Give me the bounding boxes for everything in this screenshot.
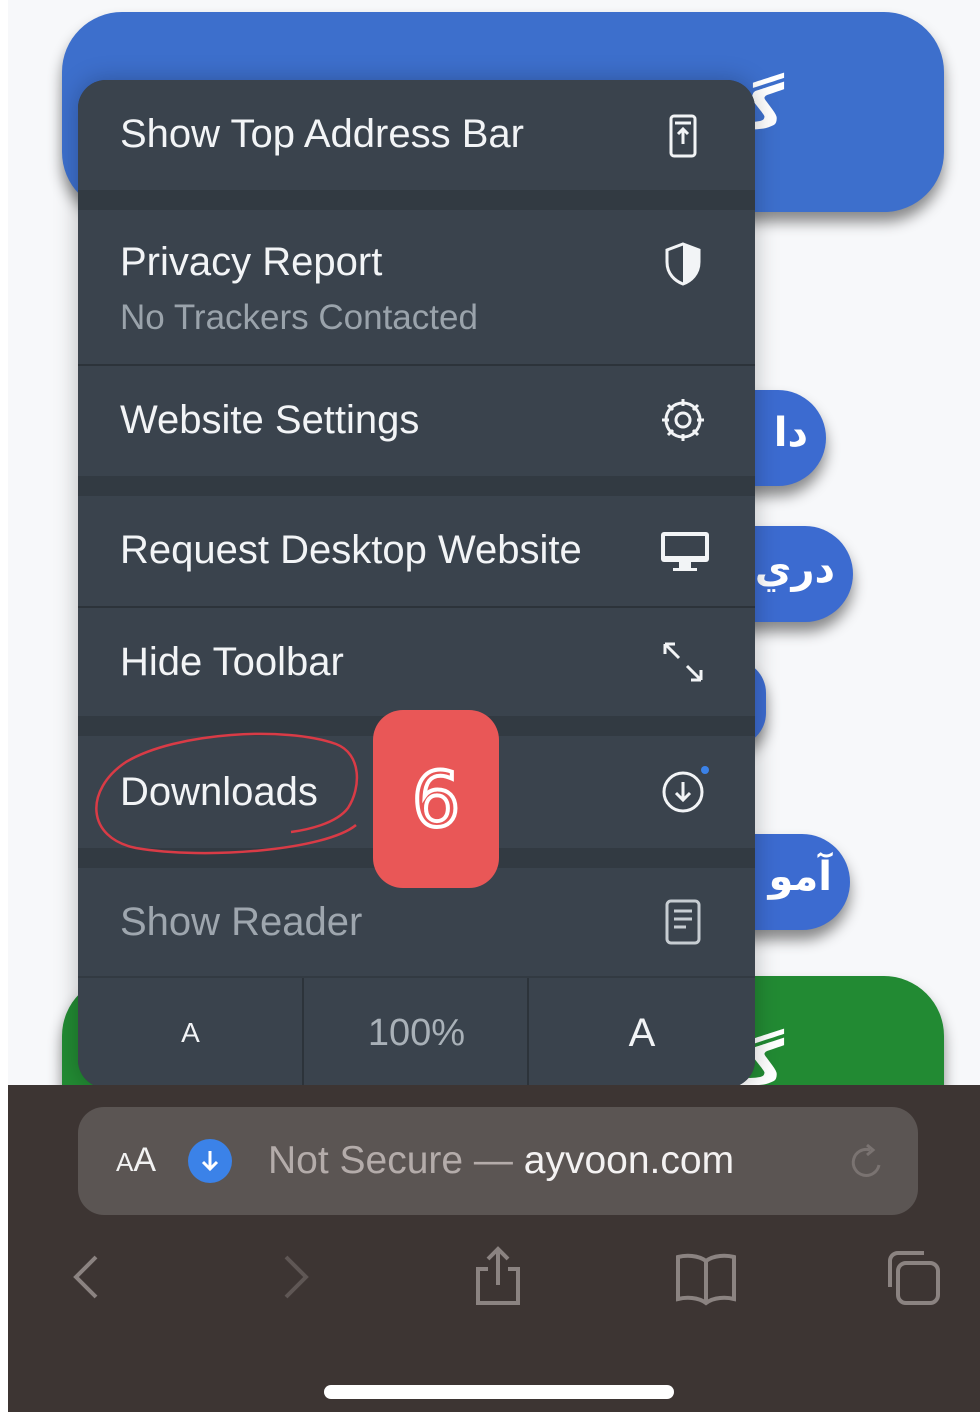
annotation-circle <box>95 732 359 855</box>
expand-arrows-icon <box>657 636 709 688</box>
zoom-increase-button[interactable]: A <box>529 978 755 1088</box>
share-icon[interactable] <box>466 1245 530 1309</box>
menu-item-privacy-report[interactable]: Privacy Report No Trackers Contacted <box>78 210 755 365</box>
zoom-increase-label: A <box>628 1010 656 1055</box>
menu-item-label: Privacy Report <box>120 240 383 284</box>
zoom-controls: A 100% A <box>78 978 755 1088</box>
site-side-button-4-text: آمو <box>768 854 832 900</box>
zoom-decrease-button[interactable]: A <box>78 978 303 1088</box>
menu-item-request-desktop-website[interactable]: Request Desktop Website <box>78 496 755 606</box>
monitor-icon <box>659 524 711 576</box>
zoom-decrease-label: A <box>181 1017 200 1048</box>
menu-item-website-settings[interactable]: Website Settings <box>78 366 755 476</box>
chevron-right-icon[interactable] <box>262 1245 326 1309</box>
step-badge: 6 <box>373 710 499 888</box>
menu-item-sublabel: No Trackers Contacted <box>120 298 478 337</box>
page: گ دا دري آمو گ Show Top Address Bar Priv… <box>0 0 980 1412</box>
left-edge <box>0 0 8 1412</box>
shield-icon <box>657 238 709 290</box>
menu-item-label: Request Desktop Website <box>120 528 582 572</box>
download-progress-icon[interactable] <box>188 1139 232 1183</box>
download-circle-icon <box>657 766 709 818</box>
menu-item-label: Show Top Address Bar <box>120 112 524 156</box>
menu-item-label: Show Reader <box>120 900 363 944</box>
chevron-left-icon[interactable] <box>56 1245 120 1309</box>
document-icon <box>657 896 709 948</box>
menu-item-label: Hide Toolbar <box>120 640 344 684</box>
menu-item-label: Website Settings <box>120 398 420 442</box>
zoom-level-label: 100% <box>367 1011 466 1054</box>
site-side-button-1-text: دا <box>773 410 808 456</box>
menu-item-show-top-address-bar[interactable]: Show Top Address Bar <box>78 80 755 190</box>
tabs-icon[interactable] <box>882 1245 946 1309</box>
book-icon[interactable] <box>674 1245 738 1309</box>
reload-icon[interactable] <box>846 1141 888 1183</box>
page-format-button[interactable]: AA <box>116 1141 156 1180</box>
menu-item-hide-toolbar[interactable]: Hide Toolbar <box>78 608 755 716</box>
gear-icon <box>657 394 709 446</box>
phone-address-bar-icon <box>657 110 709 162</box>
page-menu: Show Top Address Bar Privacy Report No T… <box>78 80 755 1088</box>
address-bar[interactable]: AA Not Secure — ayvoon.com <box>78 1107 918 1215</box>
step-number: 6 <box>410 753 462 846</box>
site-side-button-2-text: دري <box>754 546 835 592</box>
browser-bottom-chrome: AA Not Secure — ayvoon.com <box>8 1085 980 1412</box>
zoom-level[interactable]: 100% <box>304 978 529 1088</box>
url-text: Not Secure — ayvoon.com <box>268 1139 735 1182</box>
home-indicator[interactable] <box>324 1385 674 1399</box>
